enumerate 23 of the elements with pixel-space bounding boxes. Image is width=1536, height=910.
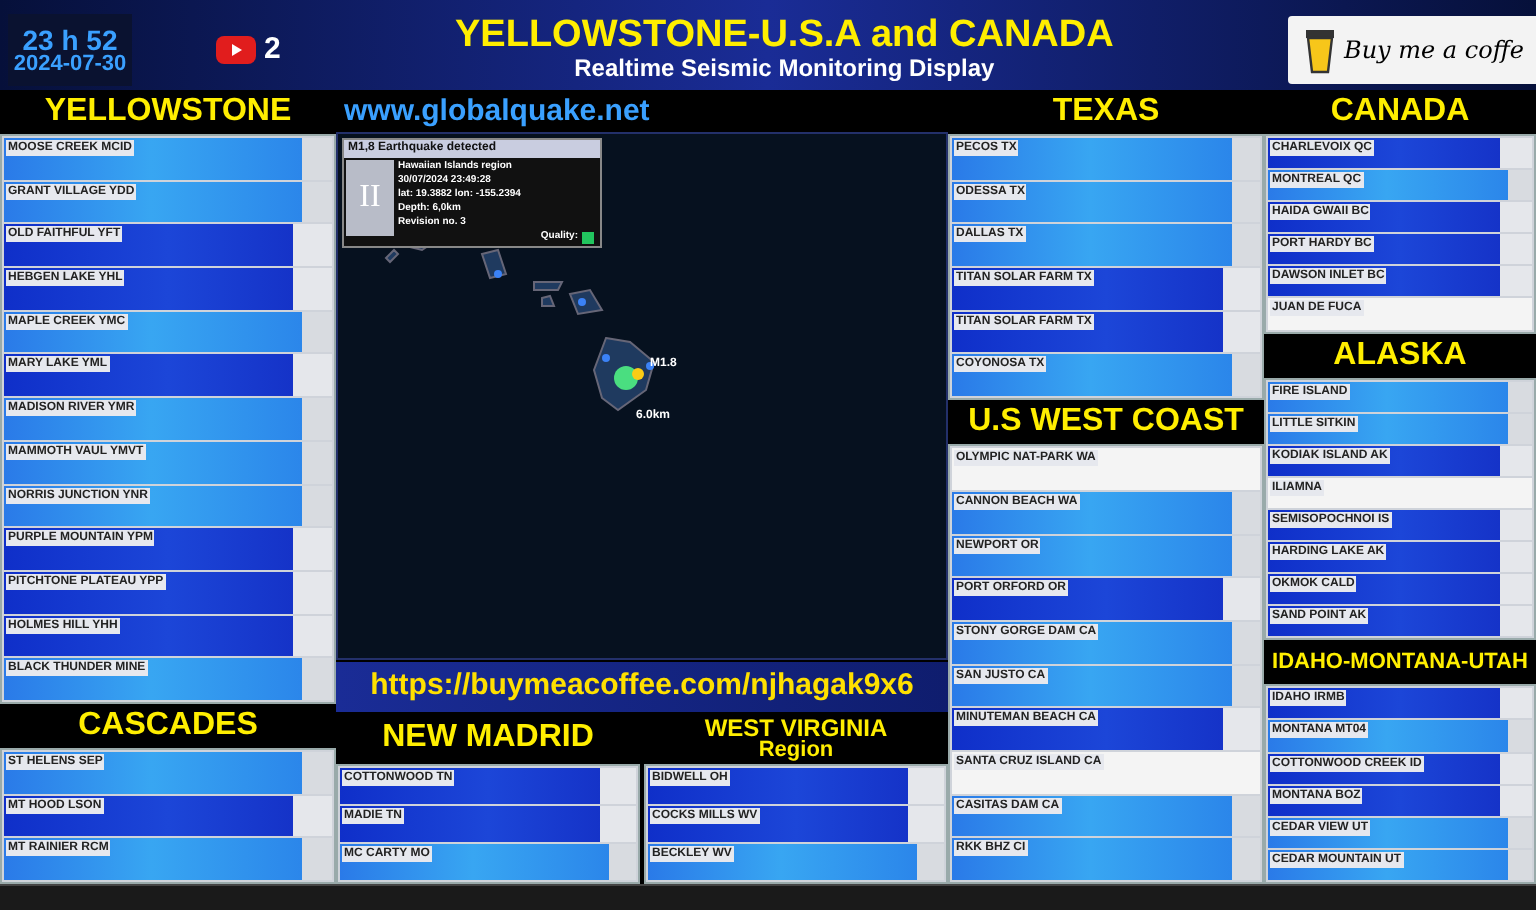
clock-date: 2024-07-30 [13, 53, 127, 75]
region-title: IDAHO-MONTANA-UTAH [1272, 651, 1528, 674]
intensity-value: II [359, 178, 381, 218]
region-title: ALASKA [1333, 339, 1467, 372]
website-link[interactable]: www.globalquake.net [336, 90, 948, 132]
clock-time: 23 h 52 [22, 25, 118, 53]
display-subtitle: Realtime Seismic Monitoring Display [574, 54, 995, 84]
region-title: TEXAS [1052, 96, 1160, 128]
region-title: NEW MADRID [382, 722, 594, 754]
region-title: CANADA [1330, 96, 1470, 128]
donation-link[interactable]: https://buymeacoffee.com/njhagak9x6 [370, 664, 914, 710]
coffee-label: Buy me a coffe [1344, 34, 1524, 68]
region-title: U.S WEST COAST [968, 406, 1244, 439]
coffee-cup-icon [1304, 26, 1336, 74]
quality-icon [582, 231, 594, 243]
region-subtitle: Region [758, 739, 834, 761]
viewer-count: 2 [264, 29, 281, 70]
display-title: YELLOWSTONE-U.S.A and CANADA [455, 16, 1114, 54]
coffee-button[interactable]: Buy me a coffe [1288, 16, 1536, 84]
region-title: WEST VIRGINIA [704, 715, 888, 739]
region-title: YELLOWSTONE [44, 96, 292, 128]
video-play-icon [216, 36, 256, 64]
region-title: CASCADES [78, 709, 258, 742]
